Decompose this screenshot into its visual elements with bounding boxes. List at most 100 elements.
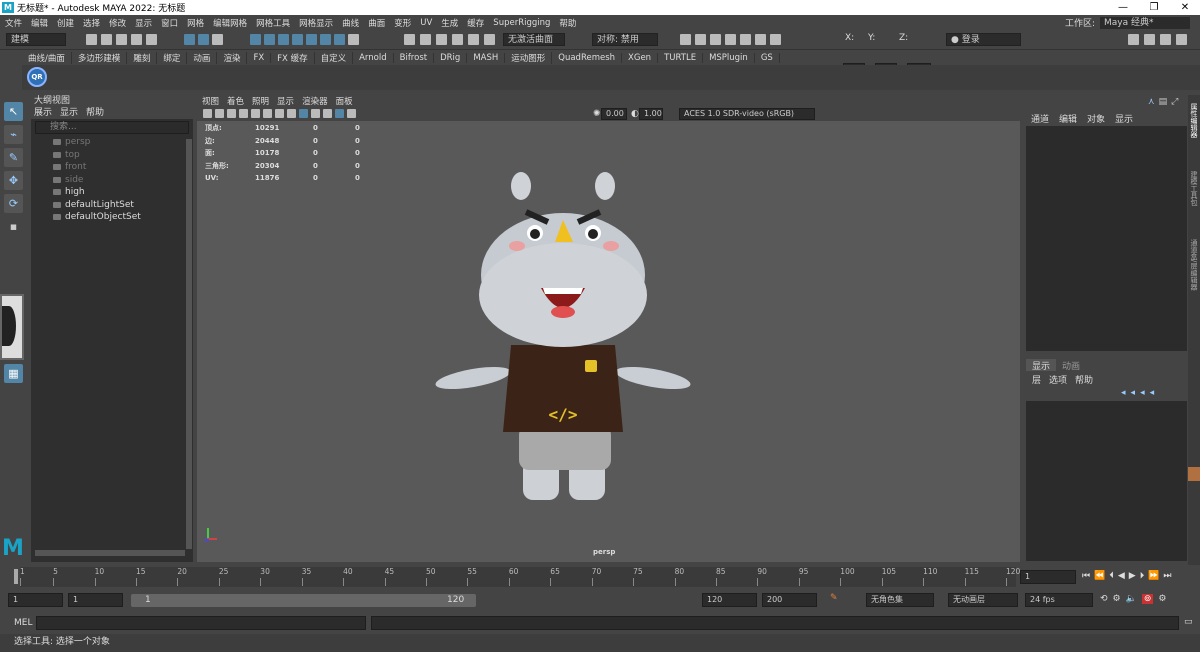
snap-curve-icon[interactable]: [264, 34, 275, 45]
go-to-start-icon[interactable]: ⏮: [1082, 571, 1090, 581]
move-layer-down-icon[interactable]: ◂: [1131, 388, 1136, 398]
scale-tool-icon[interactable]: ▪: [4, 217, 23, 236]
outliner-item[interactable]: persp: [31, 136, 193, 149]
maximize-button[interactable]: ❐: [1139, 0, 1169, 15]
viewport-panel[interactable]: 视图 着色 照明 显示 渲染器 面板 ✺ 0.00 ◐ 1.00 ACES 1.0 SDR…: [197, 95, 1020, 562]
camera-select-icon[interactable]: [203, 109, 212, 118]
menu-item[interactable]: 窗口: [161, 17, 178, 29]
channel-box-menu-item[interactable]: 编辑: [1059, 112, 1077, 125]
symmetry-dropdown[interactable]: 对称: 禁用: [592, 33, 658, 46]
channel-box-area[interactable]: [1026, 126, 1187, 351]
paint-select-icon[interactable]: ✎: [4, 148, 23, 167]
preferences-icon[interactable]: ⚙: [1158, 594, 1166, 604]
layer-menu-item[interactable]: 帮助: [1075, 373, 1093, 386]
outliner-hscrollbar[interactable]: [35, 550, 185, 556]
channel-box-menu-item[interactable]: 通道: [1031, 112, 1049, 125]
detach-icon[interactable]: ⤢: [1171, 97, 1178, 107]
menu-item[interactable]: 网格: [187, 17, 204, 29]
bookmark-icon[interactable]: [227, 109, 236, 118]
xray-icon[interactable]: [335, 109, 344, 118]
outliner-menu-help[interactable]: 帮助: [86, 107, 104, 119]
exposure-field[interactable]: 0.00: [601, 108, 627, 120]
outliner-item[interactable]: defaultLightSet: [31, 199, 193, 212]
film-gate-icon[interactable]: [263, 109, 272, 118]
shelf-tab[interactable]: 渲染: [217, 52, 248, 64]
shelf-tab[interactable]: DRig: [434, 53, 468, 63]
layer-menu-item[interactable]: 选项: [1049, 373, 1067, 386]
side-tab[interactable]: 通道盒/层编辑器: [1189, 239, 1199, 299]
workspace-selector[interactable]: 工作区: Maya 经典*: [1065, 16, 1190, 29]
viewport-menu-item[interactable]: 显示: [277, 95, 294, 107]
shelf-tab[interactable]: 多边形建模: [72, 52, 128, 64]
outliner-item[interactable]: high: [31, 186, 193, 199]
menu-item[interactable]: 编辑网格: [213, 17, 247, 29]
menu-item[interactable]: 文件: [5, 17, 22, 29]
select-hierarchy-icon[interactable]: [184, 34, 195, 45]
shelf-tab[interactable]: TURTLE: [658, 53, 704, 63]
viewport-menu-item[interactable]: 视图: [202, 95, 219, 107]
redo-icon[interactable]: [146, 34, 157, 45]
viewport-menu-item[interactable]: 渲染器: [302, 95, 328, 107]
menu-item[interactable]: 曲面: [368, 17, 385, 29]
menu-item[interactable]: UV: [420, 18, 432, 28]
outliner-item[interactable]: defaultObjectSet: [31, 211, 193, 224]
play-backward-icon[interactable]: ◀: [1118, 571, 1125, 581]
render-frame-icon[interactable]: [695, 34, 706, 45]
layer-menu-item[interactable]: 层: [1032, 373, 1041, 386]
current-frame-field[interactable]: 1: [1020, 570, 1076, 584]
layer-tab[interactable]: 动画: [1056, 359, 1086, 372]
range-bar[interactable]: 1 120: [131, 594, 476, 607]
auto-key-icon[interactable]: ⊚: [1141, 594, 1154, 604]
help-snap-icon[interactable]: [334, 34, 345, 45]
anim-layer-dropdown[interactable]: 无动画层: [948, 593, 1018, 607]
input-ops-icon[interactable]: [404, 34, 415, 45]
ipr-render-icon[interactable]: [468, 34, 479, 45]
current-time-marker[interactable]: [14, 569, 18, 584]
shelf-tab[interactable]: FX: [247, 53, 272, 63]
undo-icon[interactable]: [131, 34, 142, 45]
go-to-end-icon[interactable]: ⏭: [1163, 571, 1171, 581]
anim-prefs-icon[interactable]: ⚙: [1113, 594, 1121, 604]
arnold-render-icon[interactable]: [740, 34, 751, 45]
shelf-tab[interactable]: 曲线/曲面: [22, 52, 72, 64]
menu-item[interactable]: 网格工具: [256, 17, 290, 29]
move-tool-icon[interactable]: ✥: [4, 171, 23, 190]
shelf-tab[interactable]: FX 缓存: [271, 52, 315, 64]
shelf-tab[interactable]: Bifrost: [394, 53, 435, 63]
shelf-tab[interactable]: 动画: [187, 52, 218, 64]
time-slider[interactable]: 1 5 10 15 20 25 30 35 40 45 50 55 60 65 70 75 80 85 90 95 10…: [0, 566, 1200, 588]
hypershade-icon[interactable]: [725, 34, 736, 45]
viewport-menu-item[interactable]: 照明: [252, 95, 269, 107]
outliner-item[interactable]: top: [31, 149, 193, 162]
snap-grid-icon[interactable]: [250, 34, 261, 45]
minimize-button[interactable]: —: [1108, 0, 1138, 15]
side-tab[interactable]: 属性编辑器: [1189, 103, 1199, 163]
gamma-field[interactable]: 1.00: [639, 108, 663, 120]
playback-start-field[interactable]: 1: [68, 593, 123, 607]
outliner-search-input[interactable]: 搜索...: [35, 121, 189, 134]
close-button[interactable]: ✕: [1170, 0, 1200, 15]
snap-vertex-icon[interactable]: [320, 34, 331, 45]
axis-icon[interactable]: ⋏: [1148, 97, 1155, 107]
viewport-menu-item[interactable]: 面板: [336, 95, 353, 107]
open-scene-icon[interactable]: [101, 34, 112, 45]
menu-item[interactable]: 生成: [441, 17, 458, 29]
shelf-tab[interactable]: 绑定: [157, 52, 188, 64]
mel-label[interactable]: MEL: [14, 618, 32, 628]
outliner-scrollbar[interactable]: [186, 139, 192, 549]
menu-item[interactable]: 编辑: [31, 17, 48, 29]
loop-icon[interactable]: ⟲: [1100, 594, 1108, 604]
command-input[interactable]: [36, 616, 366, 630]
modeling-toolkit-icon[interactable]: [1128, 34, 1139, 45]
live-surface-field[interactable]: 无激活曲面: [503, 33, 565, 46]
viewport-menu-item[interactable]: 着色: [227, 95, 244, 107]
tool-settings-icon[interactable]: [1160, 34, 1171, 45]
new-layer-selected-icon[interactable]: ◂: [1150, 388, 1155, 398]
render-settings-icon[interactable]: [484, 34, 495, 45]
workspace-dropdown[interactable]: Maya 经典*: [1100, 16, 1190, 29]
new-scene-icon[interactable]: [86, 34, 97, 45]
script-editor-icon[interactable]: ▭: [1184, 617, 1193, 627]
shelf-tab[interactable]: 运动图形: [505, 52, 553, 64]
snap-surface-icon[interactable]: [306, 34, 317, 45]
menu-item[interactable]: 缓存: [467, 17, 484, 29]
